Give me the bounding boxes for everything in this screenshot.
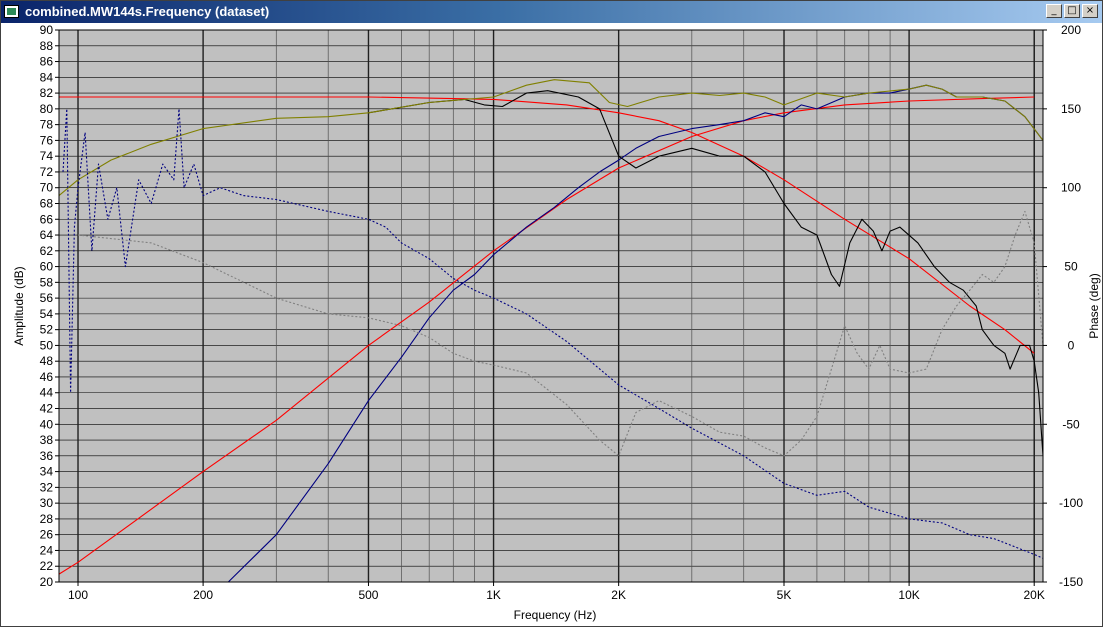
x-tick-label: 500 <box>358 588 378 602</box>
y-tick-label: 72 <box>40 165 54 179</box>
y-tick-label: 28 <box>40 512 54 526</box>
y2-tick-label: 0 <box>1068 338 1075 352</box>
x-tick-label: 1K <box>486 588 501 602</box>
y-tick-label: 58 <box>40 275 54 289</box>
y-tick-label: 52 <box>40 323 54 337</box>
y-tick-label: 50 <box>40 338 54 352</box>
x-tick-label: 5K <box>777 588 792 602</box>
y-tick-label: 66 <box>40 212 54 226</box>
y-tick-label: 22 <box>40 559 54 573</box>
y-tick-label: 90 <box>40 23 54 37</box>
y2-tick-label: -150 <box>1059 575 1083 589</box>
y-tick-label: 64 <box>40 228 54 242</box>
maximize-button[interactable]: □ <box>1064 4 1080 18</box>
y-tick-label: 56 <box>40 291 54 305</box>
y-tick-label: 46 <box>40 370 54 384</box>
y-tick-label: 86 <box>40 55 54 69</box>
x-tick-label: 10K <box>898 588 919 602</box>
y-tick-label: 44 <box>40 386 54 400</box>
x-tick-label: 2K <box>611 588 626 602</box>
y-axis-label: Amplitude (dB) <box>12 266 26 345</box>
y-tick-label: 32 <box>40 480 54 494</box>
y2-tick-label: -50 <box>1062 417 1080 431</box>
y-tick-label: 30 <box>40 496 54 510</box>
y2-tick-label: 100 <box>1061 181 1081 195</box>
y-tick-label: 88 <box>40 39 54 53</box>
y-tick-label: 34 <box>40 465 54 479</box>
y-tick-label: 42 <box>40 402 54 416</box>
plot-area[interactable] <box>59 30 1043 582</box>
dataset-window: combined.MW144s.Frequency (dataset) _ □ … <box>0 0 1103 627</box>
y-tick-label: 40 <box>40 417 54 431</box>
y-tick-label: 70 <box>40 181 54 195</box>
minimize-button[interactable]: _ <box>1046 4 1062 18</box>
x-tick-label: 100 <box>68 588 88 602</box>
y-tick-label: 84 <box>40 70 54 84</box>
y2-tick-label: -100 <box>1059 496 1083 510</box>
y-tick-label: 82 <box>40 86 54 100</box>
y-tick-label: 26 <box>40 528 54 542</box>
y-tick-label: 80 <box>40 102 54 116</box>
y2-axis-label: Phase (deg) <box>1087 273 1101 338</box>
app-icon[interactable] <box>4 5 19 18</box>
y-tick-label: 54 <box>40 307 54 321</box>
y-tick-label: 38 <box>40 433 54 447</box>
frequency-response-chart[interactable]: 2022242628303234363840424446485052545658… <box>1 23 1102 626</box>
title-bar[interactable]: combined.MW144s.Frequency (dataset) _ □ … <box>1 1 1102 23</box>
y2-tick-label: 200 <box>1061 23 1081 37</box>
y-tick-label: 62 <box>40 244 54 258</box>
y-tick-label: 76 <box>40 133 54 147</box>
y-tick-label: 78 <box>40 118 54 132</box>
y-tick-label: 48 <box>40 354 54 368</box>
y2-tick-label: 50 <box>1064 260 1078 274</box>
x-tick-label: 200 <box>193 588 213 602</box>
close-button[interactable]: × <box>1082 4 1098 18</box>
window-controls: _ □ × <box>1046 4 1098 18</box>
window-title: combined.MW144s.Frequency (dataset) <box>25 4 270 19</box>
y-tick-label: 60 <box>40 260 54 274</box>
y-tick-label: 20 <box>40 575 54 589</box>
y-tick-label: 68 <box>40 196 54 210</box>
y2-tick-label: 150 <box>1061 102 1081 116</box>
y-tick-label: 36 <box>40 449 54 463</box>
y-tick-label: 74 <box>40 149 54 163</box>
x-tick-label: 20K <box>1024 588 1045 602</box>
y-tick-label: 24 <box>40 543 54 557</box>
x-axis-label: Frequency (Hz) <box>514 608 597 622</box>
